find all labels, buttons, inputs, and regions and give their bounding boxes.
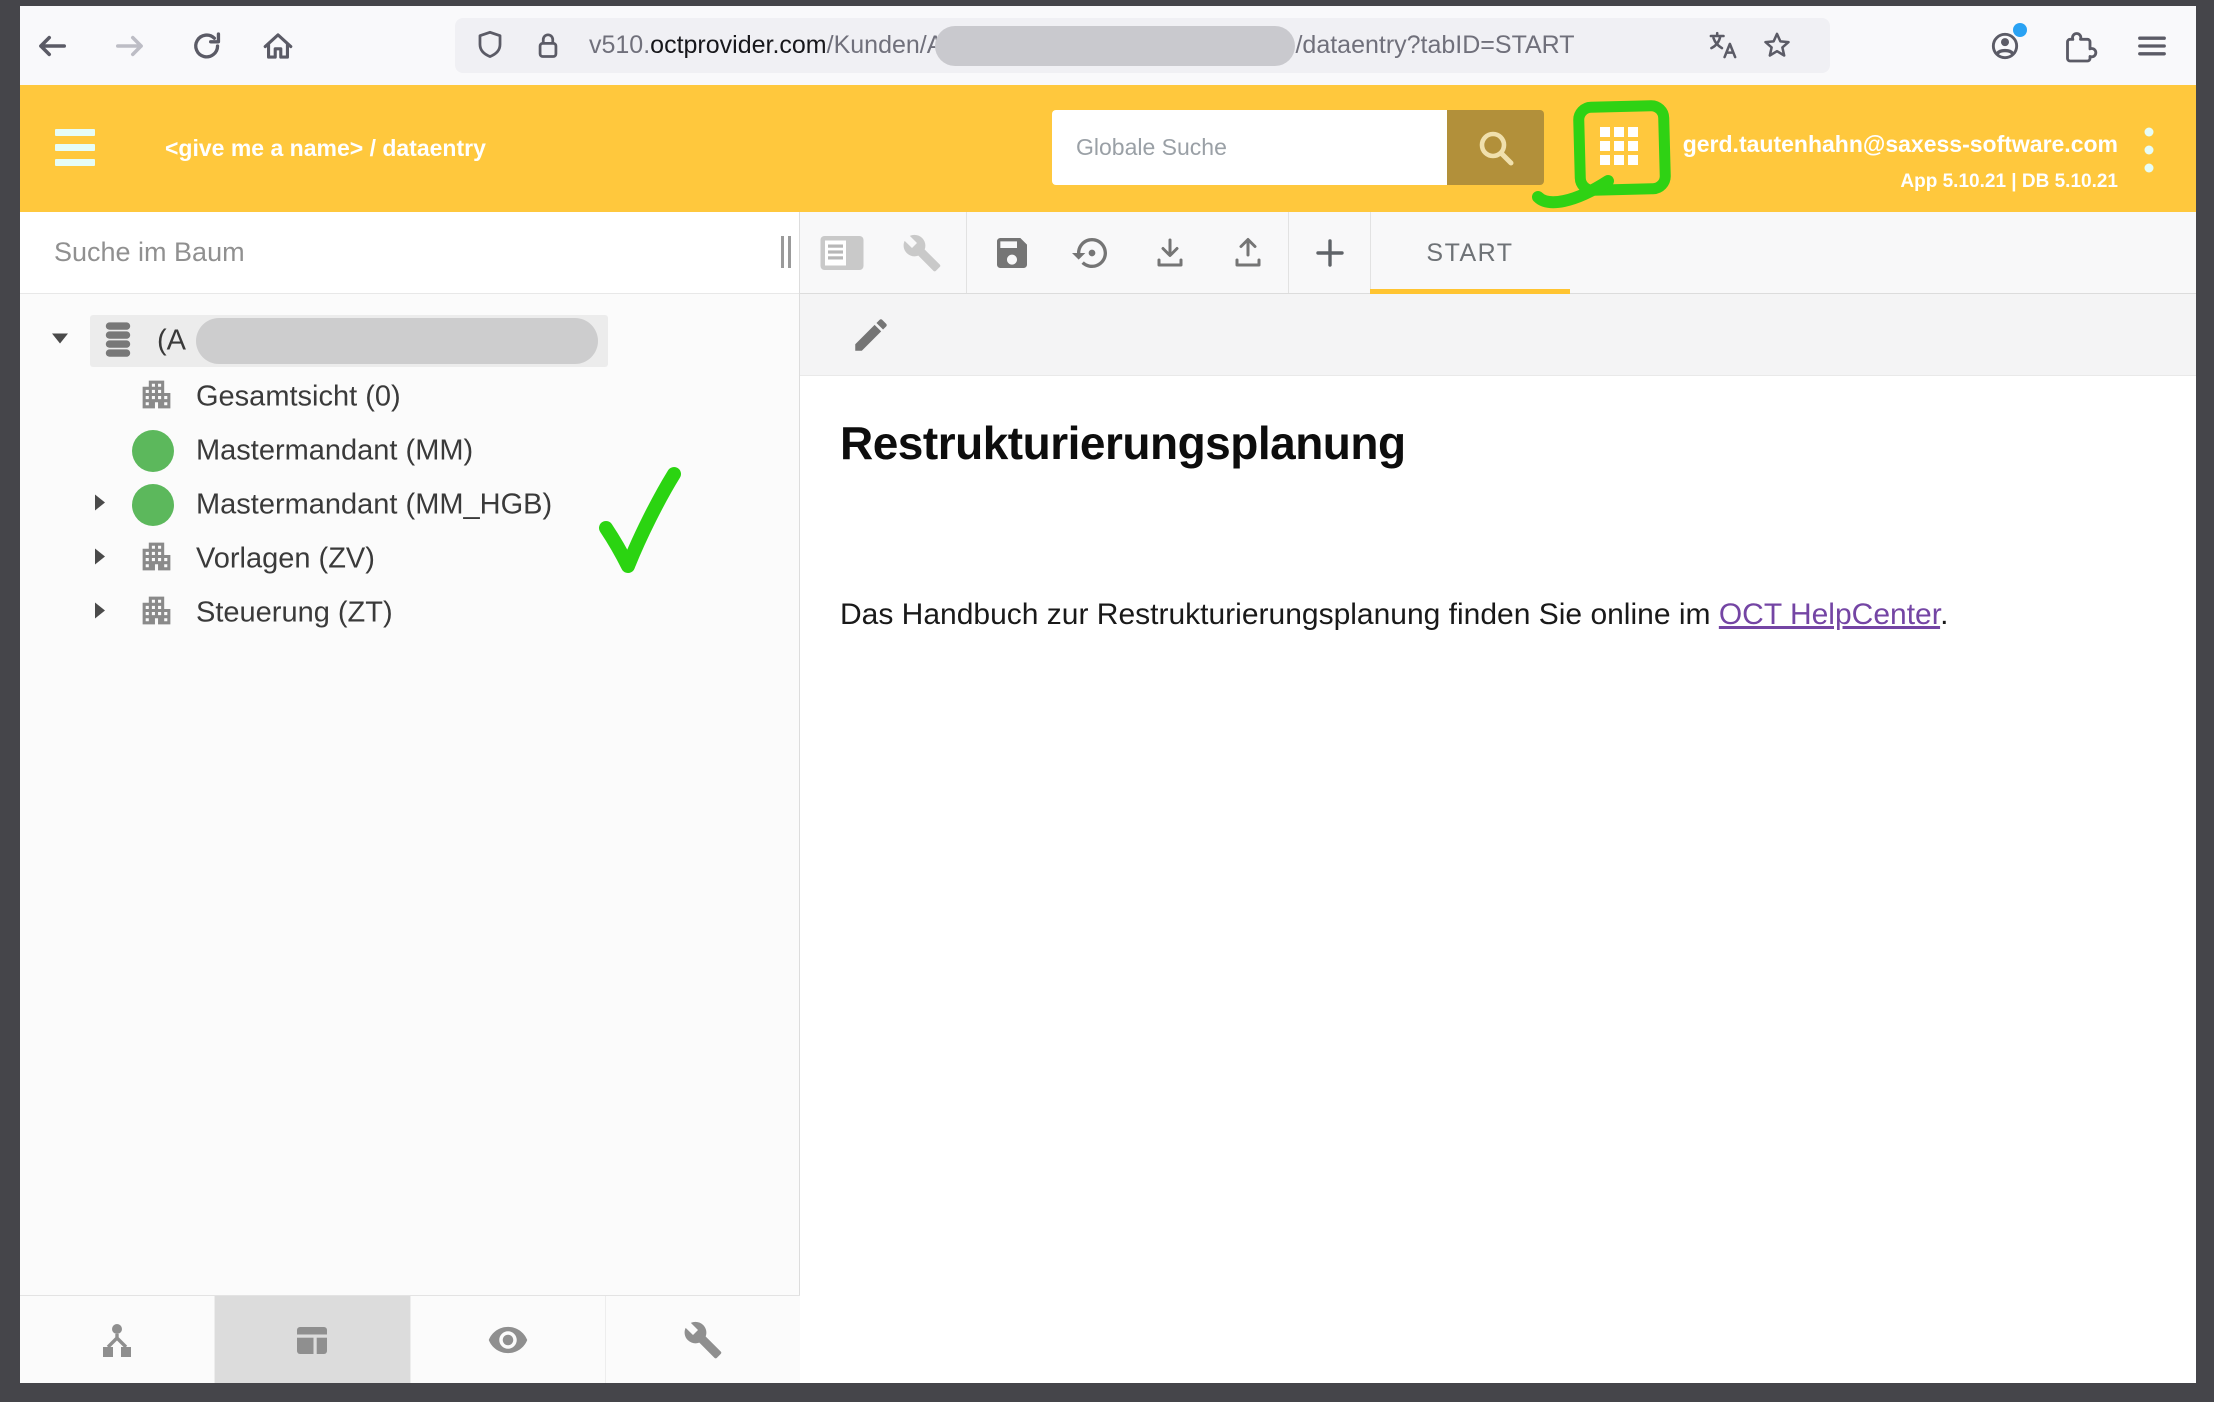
hamburger-icon	[2132, 26, 2172, 66]
tree-label: Gesamtsicht (0)	[196, 381, 401, 414]
tree-label: Mastermandant (MM)	[196, 435, 473, 468]
tree-label: Mastermandant (MM_HGB)	[196, 489, 552, 522]
save-button[interactable]	[992, 233, 1032, 273]
wrench-icon	[683, 1320, 723, 1360]
browser-toolbar: v510.octprovider.com/Kunden/AD/dataentry…	[20, 6, 2196, 85]
plus-icon	[1312, 235, 1348, 271]
tree-row-root[interactable]: (A	[20, 312, 799, 370]
kebab-menu-icon	[2142, 125, 2156, 175]
version-info: App 5.10.21 | DB 5.10.21	[1900, 171, 2118, 193]
building-icon	[138, 592, 175, 634]
navigation-tree-panel: (A Gesamtsicht (0) Mastermandant (MM) Ma…	[20, 212, 800, 1383]
pencil-icon	[850, 314, 892, 356]
global-search-button[interactable]	[1447, 110, 1544, 185]
url-redaction-blob	[935, 26, 1295, 66]
home-icon	[258, 26, 298, 66]
notification-dot	[2013, 23, 2027, 37]
url-bar[interactable]: v510.octprovider.com/Kunden/AD/dataentry…	[455, 18, 1830, 73]
building-icon	[138, 376, 175, 418]
tree-search-row	[20, 212, 799, 294]
edit-button[interactable]	[850, 314, 892, 361]
form-panel-icon	[819, 234, 865, 272]
upload-icon	[1228, 233, 1268, 273]
tree-redaction-blob	[196, 318, 598, 364]
browser-menu-button[interactable]	[2132, 26, 2172, 66]
search-icon	[1472, 124, 1520, 172]
app-header: <give me a name> / dataentry gerd.tauten…	[20, 85, 2196, 212]
settings-view-button[interactable]	[606, 1296, 800, 1383]
browser-forward-button[interactable]	[110, 26, 150, 66]
browser-home-button[interactable]	[258, 26, 298, 66]
app-menu-button[interactable]	[55, 129, 95, 174]
user-email[interactable]: gerd.tautenhahn@saxess-software.com	[1683, 131, 2118, 158]
green-status-circle-icon	[132, 430, 174, 472]
hierarchy-icon	[97, 1320, 137, 1360]
breadcrumb: <give me a name> / dataentry	[165, 85, 486, 212]
caret-right-icon[interactable]	[90, 547, 108, 572]
tree-search-input[interactable]	[54, 212, 734, 292]
content-area: Restrukturierungsplanung Das Handbuch zu…	[800, 376, 2196, 1383]
header-overflow-menu-button[interactable]	[2142, 125, 2156, 180]
eye-icon	[487, 1319, 529, 1361]
tree-row-gesamtsicht[interactable]: Gesamtsicht (0)	[20, 368, 799, 426]
download-button[interactable]	[1150, 233, 1190, 273]
add-tab-button[interactable]	[1312, 235, 1348, 271]
puzzle-icon	[2060, 26, 2100, 66]
url-subdomain: v510.	[589, 31, 650, 59]
restore-button[interactable]	[1072, 233, 1112, 273]
caret-down-icon[interactable]	[50, 329, 70, 354]
caret-right-icon[interactable]	[90, 601, 108, 626]
global-search-input[interactable]	[1052, 110, 1447, 185]
reload-icon	[187, 26, 227, 66]
preview-view-button[interactable]	[411, 1296, 606, 1383]
toolbar-divider	[966, 212, 967, 293]
bookmark-star-icon[interactable]	[1758, 27, 1796, 70]
tree-row-steuerung[interactable]: Steuerung (ZT)	[20, 584, 799, 642]
url-query: /dataentry?tabID=START	[1295, 31, 1574, 59]
content-edit-bar	[800, 294, 2196, 376]
browser-account-button[interactable]	[1985, 26, 2025, 66]
helpcenter-link[interactable]: OCT HelpCenter	[1719, 598, 1940, 631]
url-text: v510.octprovider.com/Kunden/AD/dataentry…	[589, 18, 1575, 73]
form-panel-button-disabled[interactable]	[819, 234, 865, 272]
green-status-circle-icon	[132, 484, 174, 526]
document-toolbar: START	[800, 212, 2196, 294]
caret-right-icon[interactable]	[90, 493, 108, 518]
page-title: Restrukturierungsplanung	[840, 416, 1406, 470]
wrench-icon	[902, 233, 942, 273]
tab-start[interactable]: START	[1370, 212, 1570, 294]
browser-back-button[interactable]	[32, 26, 72, 66]
database-icon	[98, 319, 138, 364]
panel-splitter-handle[interactable]	[781, 236, 791, 268]
forward-arrow-icon	[110, 26, 150, 66]
translate-icon[interactable]	[1704, 27, 1742, 70]
toolbar-divider	[1288, 212, 1289, 293]
hamburger-icon	[55, 129, 95, 136]
building-icon	[138, 538, 175, 580]
annotation-green-tail	[1532, 173, 1616, 217]
configure-button-disabled[interactable]	[902, 233, 942, 273]
back-arrow-icon	[32, 26, 72, 66]
browser-extensions-button[interactable]	[2060, 26, 2100, 66]
body-paragraph: Das Handbuch zur Restrukturierungsplanun…	[840, 598, 1948, 632]
panel-view-switcher	[20, 1295, 800, 1383]
tree-label: Steuerung (ZT)	[196, 597, 393, 630]
annotation-green-checkmark	[592, 464, 688, 582]
tree-label: (A	[157, 325, 186, 358]
url-domain: octprovider.com	[650, 31, 826, 59]
download-icon	[1150, 233, 1190, 273]
save-icon	[992, 233, 1032, 273]
lock-icon[interactable]	[529, 27, 567, 70]
upload-button[interactable]	[1228, 233, 1268, 273]
browser-reload-button[interactable]	[187, 26, 227, 66]
history-restore-icon	[1072, 233, 1112, 273]
shield-icon[interactable]	[471, 27, 509, 70]
form-layout-icon	[292, 1320, 332, 1360]
global-search	[1052, 110, 1544, 185]
tree-view-button[interactable]	[20, 1296, 215, 1383]
form-view-button[interactable]	[215, 1296, 410, 1383]
tree-label: Vorlagen (ZV)	[196, 543, 375, 576]
